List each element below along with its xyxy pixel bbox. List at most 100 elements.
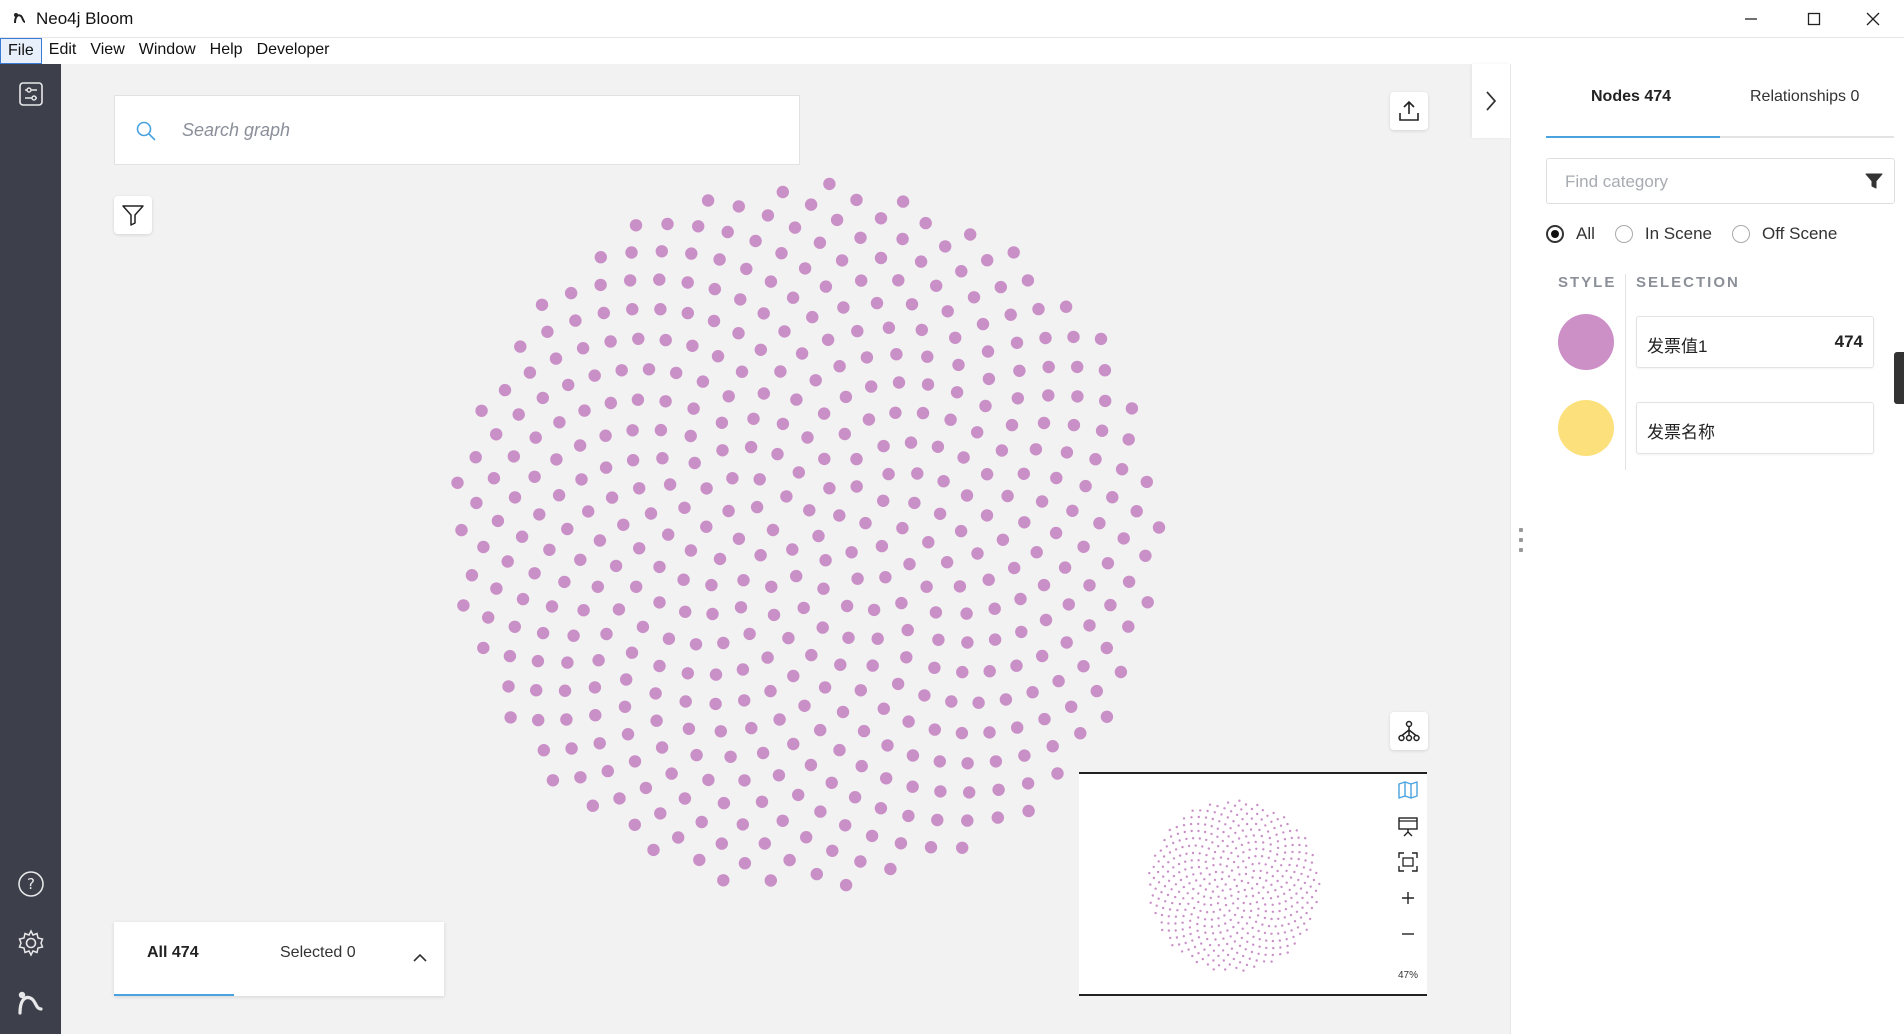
graph-node[interactable]: [821, 333, 835, 346]
graph-node[interactable]: [996, 533, 1010, 546]
graph-node[interactable]: [626, 424, 639, 437]
graph-node[interactable]: [840, 599, 854, 613]
graph-node[interactable]: [928, 723, 941, 736]
graph-node[interactable]: [692, 220, 705, 233]
graph-node[interactable]: [541, 325, 554, 338]
graph-node[interactable]: [836, 705, 850, 719]
graph-node[interactable]: [1004, 308, 1017, 321]
graph-node[interactable]: [713, 552, 727, 566]
graph-node[interactable]: [776, 814, 789, 827]
graph-node[interactable]: [605, 491, 619, 504]
graph-node[interactable]: [498, 383, 512, 397]
graph-node[interactable]: [931, 440, 945, 453]
graph-node[interactable]: [1071, 390, 1084, 403]
graph-node[interactable]: [455, 523, 468, 537]
graph-node[interactable]: [956, 665, 969, 679]
graph-node[interactable]: [1100, 710, 1114, 723]
graph-node[interactable]: [738, 774, 751, 787]
map-toggle-button[interactable]: [1396, 778, 1420, 802]
graph-node[interactable]: [1021, 274, 1035, 287]
graph-node[interactable]: [482, 611, 495, 624]
graph-node[interactable]: [812, 529, 825, 543]
graph-node[interactable]: [686, 339, 699, 352]
graph-node[interactable]: [659, 395, 672, 408]
graph-node[interactable]: [983, 665, 996, 678]
graph-node[interactable]: [594, 251, 607, 264]
graph-node[interactable]: [604, 335, 617, 348]
graph-node[interactable]: [906, 780, 919, 793]
graph-node[interactable]: [702, 773, 715, 787]
graph-node[interactable]: [469, 451, 482, 464]
graph-node[interactable]: [682, 722, 696, 735]
graph-node[interactable]: [1011, 721, 1024, 734]
tab-relationships[interactable]: Relationships 0: [1750, 88, 1859, 106]
graph-node[interactable]: [982, 372, 996, 386]
graph-node[interactable]: [565, 742, 578, 755]
graph-node[interactable]: [761, 209, 775, 222]
graph-node[interactable]: [560, 713, 573, 726]
graph-node[interactable]: [1115, 463, 1129, 476]
graph-node[interactable]: [774, 365, 787, 378]
graph-node[interactable]: [961, 757, 974, 770]
graph-node[interactable]: [905, 298, 919, 311]
graph-node[interactable]: [1005, 418, 1019, 432]
graph-node[interactable]: [714, 725, 727, 738]
graph-node[interactable]: [956, 841, 969, 854]
graph-node[interactable]: [813, 236, 827, 249]
graph-node[interactable]: [722, 504, 735, 518]
graph-node[interactable]: [630, 580, 643, 593]
graph-node[interactable]: [1067, 330, 1080, 344]
search-bar[interactable]: Search graph: [114, 95, 800, 165]
graph-node[interactable]: [593, 534, 607, 547]
graph-node[interactable]: [477, 540, 490, 554]
graph-node[interactable]: [834, 658, 847, 671]
graph-node[interactable]: [930, 279, 943, 292]
graph-node[interactable]: [988, 602, 1001, 615]
graph-node[interactable]: [503, 649, 517, 663]
graph-node[interactable]: [1089, 453, 1102, 466]
graph-node[interactable]: [1074, 727, 1087, 740]
graph-node[interactable]: [743, 627, 756, 641]
graph-node[interactable]: [1018, 516, 1031, 529]
graph-node[interactable]: [859, 516, 872, 530]
graph-node[interactable]: [818, 681, 832, 694]
graph-node[interactable]: [626, 303, 639, 316]
graph-node[interactable]: [588, 369, 601, 382]
graph-node[interactable]: [515, 530, 529, 543]
graph-node[interactable]: [1037, 578, 1051, 592]
graph-node[interactable]: [715, 416, 729, 429]
graph-node[interactable]: [833, 743, 846, 757]
graph-node[interactable]: [833, 360, 846, 373]
graph-node[interactable]: [881, 739, 894, 752]
graph-node[interactable]: [576, 342, 590, 355]
graph-node[interactable]: [536, 626, 550, 640]
graph-node[interactable]: [1001, 489, 1014, 503]
graph-node[interactable]: [850, 480, 863, 493]
graph-node[interactable]: [599, 429, 612, 442]
graph-node[interactable]: [670, 366, 683, 380]
tab-selected[interactable]: Selected 0: [280, 944, 356, 962]
graph-node[interactable]: [532, 713, 545, 727]
graph-node[interactable]: [758, 837, 771, 850]
graph-node[interactable]: [726, 472, 739, 485]
graph-node[interactable]: [995, 444, 1009, 457]
graph-node[interactable]: [950, 386, 964, 399]
graph-node[interactable]: [854, 231, 867, 244]
graph-node[interactable]: [790, 393, 803, 406]
graph-node[interactable]: [755, 795, 769, 808]
graph-node[interactable]: [592, 654, 605, 667]
graph-node[interactable]: [1114, 665, 1128, 679]
graph-node[interactable]: [629, 219, 643, 232]
graph-node[interactable]: [914, 255, 928, 268]
graph-node[interactable]: [921, 350, 934, 363]
graph-node[interactable]: [615, 364, 628, 377]
graph-node[interactable]: [1079, 479, 1092, 493]
graph-node[interactable]: [900, 651, 913, 664]
graph-node[interactable]: [904, 436, 918, 449]
graph-node[interactable]: [558, 575, 571, 589]
graph-node[interactable]: [653, 273, 666, 286]
graph-node[interactable]: [567, 629, 580, 642]
graph-node[interactable]: [457, 599, 470, 612]
graph-node[interactable]: [916, 406, 930, 420]
graph-node[interactable]: [1152, 521, 1166, 534]
